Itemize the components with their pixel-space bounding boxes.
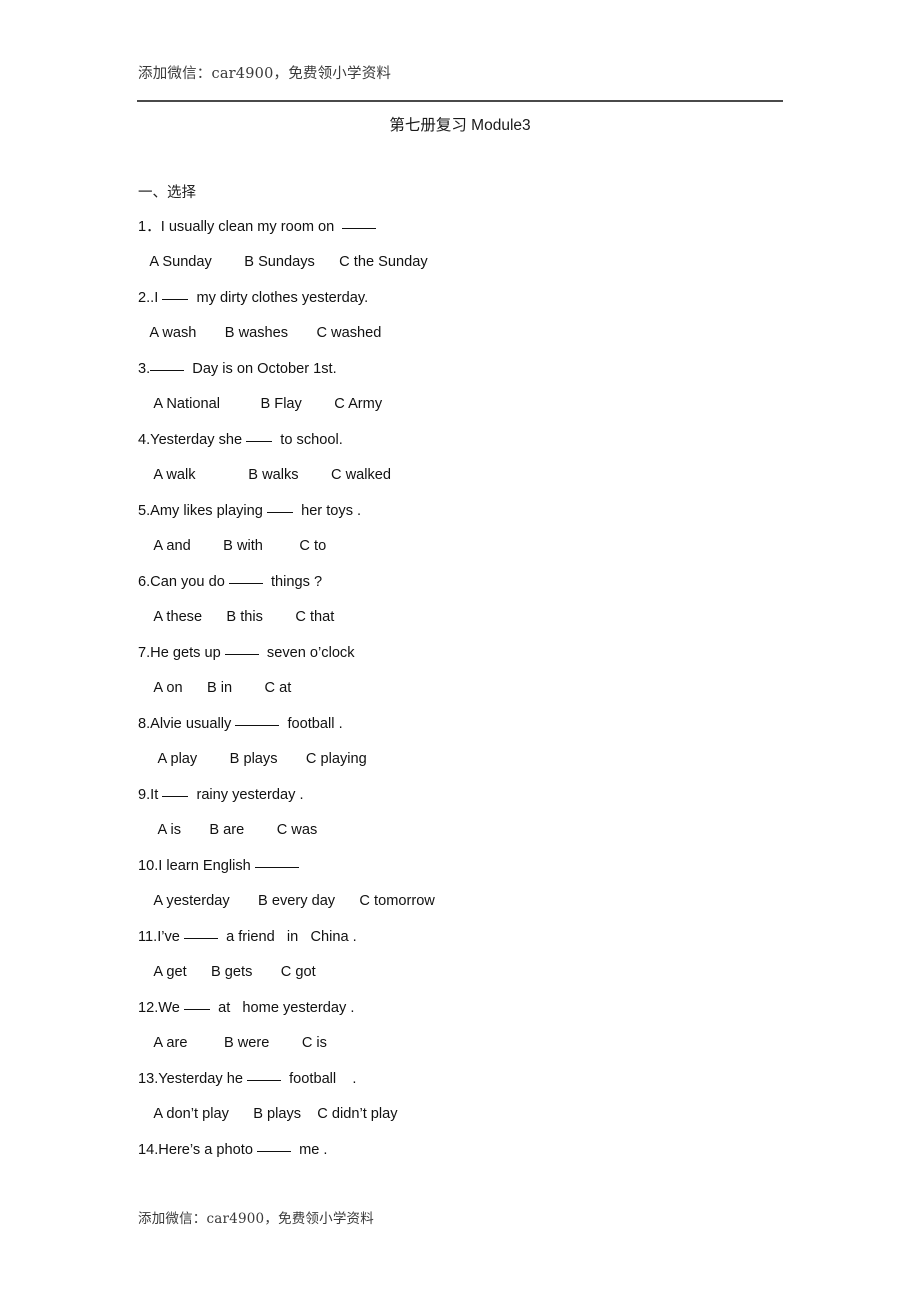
question-stem-text: 14.Here’s a photo — [138, 1142, 257, 1158]
question-stem: 2..I my dirty clothes yesterday. — [138, 287, 838, 309]
question-item: 13.Yesterday he football . A don’t play … — [138, 1068, 838, 1125]
answer-blank[interactable] — [246, 430, 273, 442]
question-stem: 3. Day is on October 1st. — [138, 358, 838, 380]
question-options[interactable]: A on B in C at — [138, 677, 838, 699]
question-stem-text-tail: her toys . — [292, 503, 362, 519]
question-stem: 8.Alvie usually football . — [138, 713, 838, 735]
question-stem-text-tail: me . — [291, 1142, 328, 1158]
question-stem-text: 12.We — [138, 1000, 184, 1016]
question-options[interactable]: A National B Flay C Army — [138, 393, 838, 415]
question-stem-text: 13.Yesterday he — [138, 1071, 247, 1087]
question-item: 4.Yesterday she to school. A walk B walk… — [138, 429, 838, 486]
question-stem: 4.Yesterday she to school. — [138, 429, 838, 451]
page-title: 第七册复习 Module3 — [389, 117, 531, 134]
question-item: 14.Here’s a photo me . — [138, 1139, 838, 1161]
question-stem: 14.Here’s a photo me . — [138, 1139, 838, 1161]
question-stem-text: 5.Amy likes playing — [138, 503, 267, 519]
question-stem-text: 9.It — [138, 787, 163, 803]
question-stem-text: 8.Alvie usually — [138, 716, 236, 732]
question-options[interactable]: A wash B washes C washed — [138, 322, 838, 344]
document-body: 一、选择 1．I usually clean my room on A Sund… — [138, 184, 838, 1174]
question-options[interactable]: A play B plays C playing — [138, 748, 838, 770]
answer-blank[interactable] — [183, 927, 218, 939]
section-heading-multiple-choice: 一、选择 — [138, 185, 196, 201]
question-options[interactable]: A are B were C is — [138, 1032, 838, 1054]
question-item: 11.I’ve a friend in China . A get B gets… — [138, 926, 838, 983]
question-stem-text-tail: things ? — [262, 574, 323, 590]
question-stem-text: 1．I usually clean my room on — [138, 219, 343, 235]
question-item: 8.Alvie usually football . A play B play… — [138, 713, 838, 770]
question-options[interactable]: A don’t play B plays C didn’t play — [138, 1103, 838, 1125]
answer-blank[interactable] — [247, 1069, 281, 1081]
question-options[interactable]: A Sunday B Sundays C the Sunday — [138, 251, 838, 273]
answer-blank[interactable] — [224, 643, 259, 655]
answer-blank[interactable] — [162, 288, 189, 300]
question-stem-text: 2..I — [138, 290, 163, 306]
question-stem-text: 7.He gets up — [138, 645, 225, 661]
question-item: 2..I my dirty clothes yesterday. A wash … — [138, 287, 838, 344]
question-item: 9.It rainy yesterday . A is B are C was — [138, 784, 838, 841]
question-stem-text-tail: Day is on October 1st. — [184, 361, 337, 377]
page-header-watermark: 添加微信：car4900，免费领小学资料 — [138, 66, 392, 82]
question-stem: 7.He gets up seven o’clock — [138, 642, 838, 664]
question-list: 1．I usually clean my room on A Sunday B … — [138, 216, 838, 1161]
answer-blank[interactable] — [150, 359, 185, 371]
question-stem: 10.I learn English — [138, 855, 838, 877]
question-stem-text-tail: a friend in China . — [217, 929, 357, 945]
answer-blank[interactable] — [342, 217, 377, 229]
question-item: 3. Day is on October 1st. A National B F… — [138, 358, 838, 415]
question-stem: 12.We at home yesterday . — [138, 997, 838, 1019]
document-page: 添加微信：car4900，免费领小学资料 第七册复习 Module3 一、选择 … — [0, 0, 920, 1302]
question-stem-text: 6.Can you do — [138, 574, 229, 590]
header-divider-rule — [137, 100, 783, 102]
answer-blank[interactable] — [254, 856, 299, 868]
answer-blank[interactable] — [257, 1140, 291, 1152]
question-item: 1．I usually clean my room on A Sunday B … — [138, 216, 838, 273]
question-stem: 11.I’ve a friend in China . — [138, 926, 838, 948]
question-stem-text: 10.I learn English — [138, 858, 255, 874]
question-stem-text-tail: seven o’clock — [258, 645, 355, 661]
question-options[interactable]: A and B with C to — [138, 535, 838, 557]
answer-blank[interactable] — [183, 998, 210, 1010]
question-stem: 5.Amy likes playing her toys . — [138, 500, 838, 522]
question-stem: 6.Can you do things ? — [138, 571, 838, 593]
question-item: 7.He gets up seven o’clock A on B in C a… — [138, 642, 838, 699]
page-footer-watermark: 添加微信：car4900，免费领小学资料 — [138, 1211, 374, 1227]
question-stem: 9.It rainy yesterday . — [138, 784, 838, 806]
question-options[interactable]: A walk B walks C walked — [138, 464, 838, 486]
question-options[interactable]: A yesterday B every day C tomorrow — [138, 890, 838, 912]
question-stem: 1．I usually clean my room on — [138, 216, 838, 238]
question-options[interactable]: A get B gets C got — [138, 961, 838, 983]
question-stem-text-tail: at home yesterday . — [209, 1000, 355, 1016]
question-item: 12.We at home yesterday . A are B were C… — [138, 997, 838, 1054]
question-stem-text-tail: my dirty clothes yesterday. — [188, 290, 369, 306]
question-stem-text-tail: football . — [279, 716, 343, 732]
question-stem-text-tail: rainy yesterday . — [188, 787, 304, 803]
answer-blank[interactable] — [228, 572, 263, 584]
question-options[interactable]: A these B this C that — [138, 606, 838, 628]
question-item: 6.Can you do things ? A these B this C t… — [138, 571, 838, 628]
question-item: 10.I learn English A yesterday B every d… — [138, 855, 838, 912]
question-stem-text: 11.I’ve — [138, 929, 184, 945]
question-stem: 13.Yesterday he football . — [138, 1068, 838, 1090]
question-stem-text-tail: football . — [281, 1071, 357, 1087]
question-stem-text-tail: to school. — [272, 432, 343, 448]
question-options[interactable]: A is B are C was — [138, 819, 838, 841]
question-item: 5.Amy likes playing her toys . A and B w… — [138, 500, 838, 557]
question-stem-text: 4.Yesterday she — [138, 432, 247, 448]
answer-blank[interactable] — [235, 714, 280, 726]
answer-blank[interactable] — [266, 501, 293, 513]
answer-blank[interactable] — [162, 785, 189, 797]
question-stem-text: 3. — [138, 361, 151, 377]
